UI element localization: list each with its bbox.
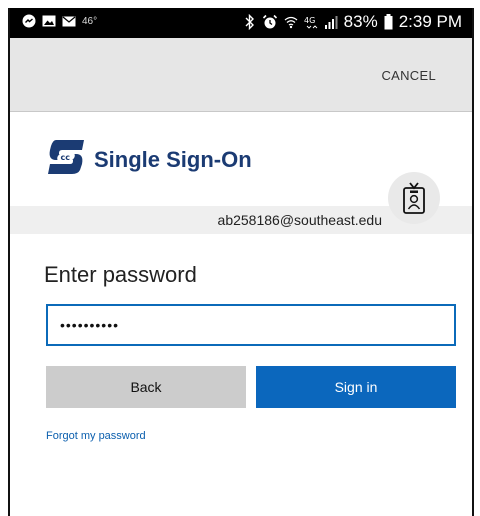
gallery-icon <box>42 15 56 27</box>
messenger-icon <box>22 14 36 28</box>
clock: 2:39 PM <box>398 12 462 31</box>
brand-title: Single Sign-On <box>94 146 252 172</box>
page-title: Enter password <box>44 262 197 287</box>
signal-icon <box>324 15 338 29</box>
bluetooth-icon <box>244 14 256 30</box>
brand: cc Single Sign-On <box>46 138 252 181</box>
sso-logo-icon: cc <box>46 138 86 181</box>
battery-percent: 83% <box>343 12 378 31</box>
back-button[interactable]: Back <box>46 366 246 408</box>
sign-in-button[interactable]: Sign in <box>256 366 456 408</box>
4g-icon: 4G <box>304 15 318 29</box>
temperature: 46° <box>82 15 98 27</box>
svg-text:cc: cc <box>61 153 71 162</box>
account-email: ab258186@southeast.edu <box>217 212 382 228</box>
status-left: 46° <box>22 14 97 28</box>
svg-text:4G: 4G <box>304 16 315 25</box>
battery-icon <box>384 14 393 30</box>
forgot-password-link[interactable]: Forgot my password <box>46 430 146 442</box>
action-bar: CANCEL <box>10 38 472 112</box>
cancel-button[interactable]: CANCEL <box>381 68 436 83</box>
id-badge-icon <box>388 172 440 224</box>
status-bar: 46° 4G 83% 2:39 PM <box>10 8 472 38</box>
status-right: 4G 83% 2:39 PM <box>244 12 462 32</box>
wifi-icon <box>284 15 298 29</box>
password-input[interactable] <box>46 304 456 346</box>
mail-icon <box>62 16 76 27</box>
app-frame: 46° 4G 83% 2:39 PM CANCEL cc Single Sign… <box>8 8 474 516</box>
alarm-icon <box>262 14 278 30</box>
